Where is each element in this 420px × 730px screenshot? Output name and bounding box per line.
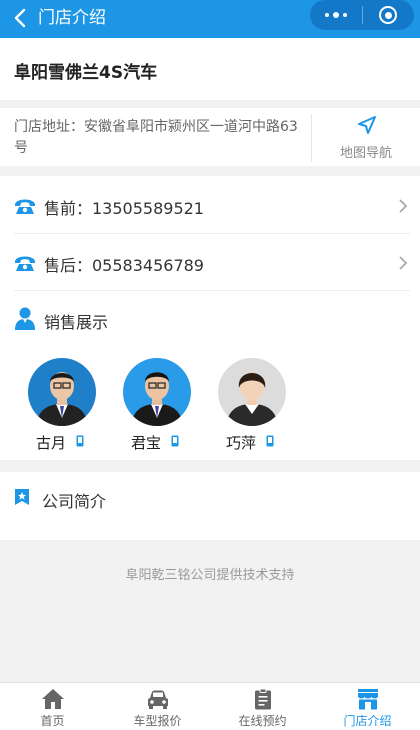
store-name: 阜阳雪佛兰4S汽车 xyxy=(14,63,158,83)
tab-label: 车型报价 xyxy=(133,714,182,728)
avatar xyxy=(123,358,191,426)
top-bar: 门店介绍 xyxy=(0,0,420,38)
more-dots-icon xyxy=(324,13,329,17)
map-navigation-label: 地图导航 xyxy=(339,146,392,161)
home-icon xyxy=(41,689,64,709)
chevron-right-icon xyxy=(399,256,408,270)
mobile-phone-icon[interactable] xyxy=(76,435,84,447)
bookmark-icon xyxy=(15,489,29,505)
mobile-phone-icon[interactable] xyxy=(171,435,179,447)
tab-label: 在线预约 xyxy=(238,714,287,728)
mobile-phone-icon[interactable] xyxy=(266,435,274,447)
navigation-arrow-icon xyxy=(358,116,376,134)
avatar xyxy=(218,358,286,426)
chevron-left-icon xyxy=(14,8,26,28)
tab-car-prices[interactable]: 车型报价 xyxy=(105,683,210,730)
pre-sale-phone-row[interactable]: 售前：13505589521 xyxy=(14,178,410,234)
store-address: 门店地址：安徽省阜阳市颍州区一道河中路63号 xyxy=(14,119,298,156)
tab-online-booking[interactable]: 在线预约 xyxy=(210,683,315,730)
tab-home[interactable]: 首页 xyxy=(0,683,105,730)
user-icon xyxy=(15,307,35,330)
pre-sale-phone: 售前：13505589521 xyxy=(44,199,204,218)
contact-card: 售前：13505589521 售后：05583456789 销售展示 古月 君宝… xyxy=(0,176,420,460)
clipboard-icon xyxy=(254,688,271,710)
tech-support-note: 阜阳乾三铭公司提供技术支持 xyxy=(125,568,295,583)
address-card: 门店地址：安徽省阜阳市颍州区一道河中路63号 地图导航 xyxy=(0,108,420,166)
close-button[interactable] xyxy=(362,0,414,30)
sales-section-title: 销售展示 xyxy=(44,313,109,332)
car-icon xyxy=(147,690,168,709)
salesperson-name: 君宝 xyxy=(131,434,162,452)
back-button[interactable] xyxy=(8,5,32,31)
company-intro-title: 公司简介 xyxy=(42,492,107,511)
tab-label: 首页 xyxy=(40,714,65,728)
salesperson-name: 巧萍 xyxy=(226,434,257,452)
map-navigation-button[interactable]: 地图导航 xyxy=(312,108,420,166)
phone-icon xyxy=(15,199,35,214)
company-intro-section[interactable]: 公司简介 xyxy=(0,472,420,540)
tab-bar: 首页 车型报价 在线预约 门店介绍 xyxy=(0,682,420,730)
salesperson-card[interactable]: 巧萍 xyxy=(218,358,286,454)
tab-store-intro[interactable]: 门店介绍 xyxy=(315,683,420,730)
phone-icon xyxy=(15,256,35,271)
mini-program-capsule xyxy=(310,0,414,30)
chevron-right-icon xyxy=(399,199,408,213)
salesperson-name: 古月 xyxy=(36,434,67,452)
avatar xyxy=(28,358,96,426)
more-button[interactable] xyxy=(310,0,362,30)
record-circle-icon xyxy=(379,6,398,24)
salesperson-card[interactable]: 君宝 xyxy=(123,358,191,454)
after-sale-phone: 售后：05583456789 xyxy=(44,256,204,275)
after-sale-phone-row[interactable]: 售后：05583456789 xyxy=(14,235,410,291)
salesperson-card[interactable]: 古月 xyxy=(28,358,96,454)
tab-label: 门店介绍 xyxy=(343,714,392,728)
store-name-card: 阜阳雪佛兰4S汽车 xyxy=(0,38,420,100)
store-icon xyxy=(357,689,378,710)
page-title: 门店介绍 xyxy=(38,8,106,28)
